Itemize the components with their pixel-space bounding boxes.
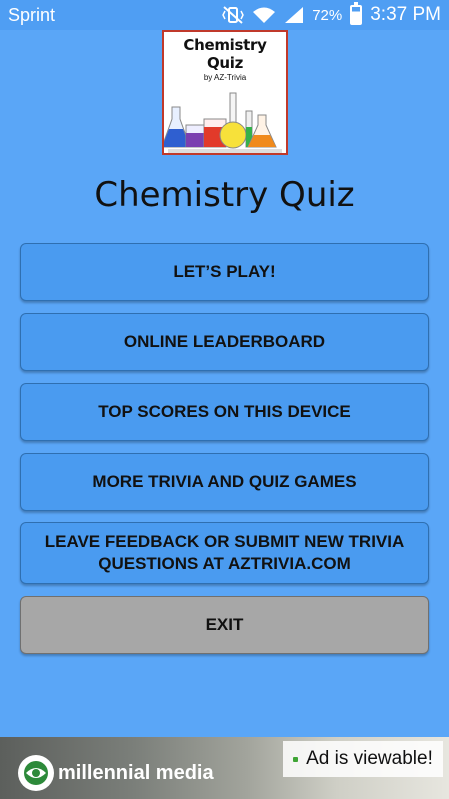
exit-button[interactable]: EXIT: [20, 596, 429, 654]
battery-icon: [350, 2, 363, 25]
ad-viewable-label: Ad is viewable!: [283, 741, 443, 777]
more-games-button[interactable]: MORE TRIVIA AND QUIZ GAMES: [20, 453, 429, 511]
lets-play-button[interactable]: LET’S PLAY!: [20, 243, 429, 301]
clock: 3:37 PM: [370, 4, 441, 25]
ad-viewable-text: Ad is viewable!: [306, 748, 433, 769]
page-title: Chemistry Quiz: [94, 175, 355, 215]
mute-vibrate-icon: [222, 6, 245, 24]
ad-brand-name: millennial media: [58, 761, 214, 784]
lab-glassware-icon: [164, 92, 282, 153]
eye-logo-icon: [18, 755, 54, 791]
status-bar: Sprint 72% 3:37 PM: [0, 0, 449, 30]
feedback-button[interactable]: LEAVE FEEDBACK OR SUBMIT NEW TRIVIA QUES…: [20, 522, 429, 584]
wifi-icon: [252, 6, 276, 24]
ad-brand-logo: millennial media: [18, 755, 214, 791]
app-logo: Chemistry Quiz by AZ-Trivia: [162, 30, 288, 155]
signal-icon: [284, 6, 304, 24]
status-icons: 72% 3:37 PM: [222, 2, 441, 26]
ad-indicator-icon: [293, 756, 299, 762]
top-scores-button[interactable]: TOP SCORES ON THIS DEVICE: [20, 383, 429, 441]
online-leaderboard-button[interactable]: ONLINE LEADERBOARD: [20, 313, 429, 371]
logo-subtitle: by AZ-Trivia: [203, 73, 247, 82]
battery-percent: 72%: [312, 6, 343, 24]
logo-title: Chemistry Quiz: [183, 36, 267, 72]
carrier-label: Sprint: [8, 4, 56, 25]
